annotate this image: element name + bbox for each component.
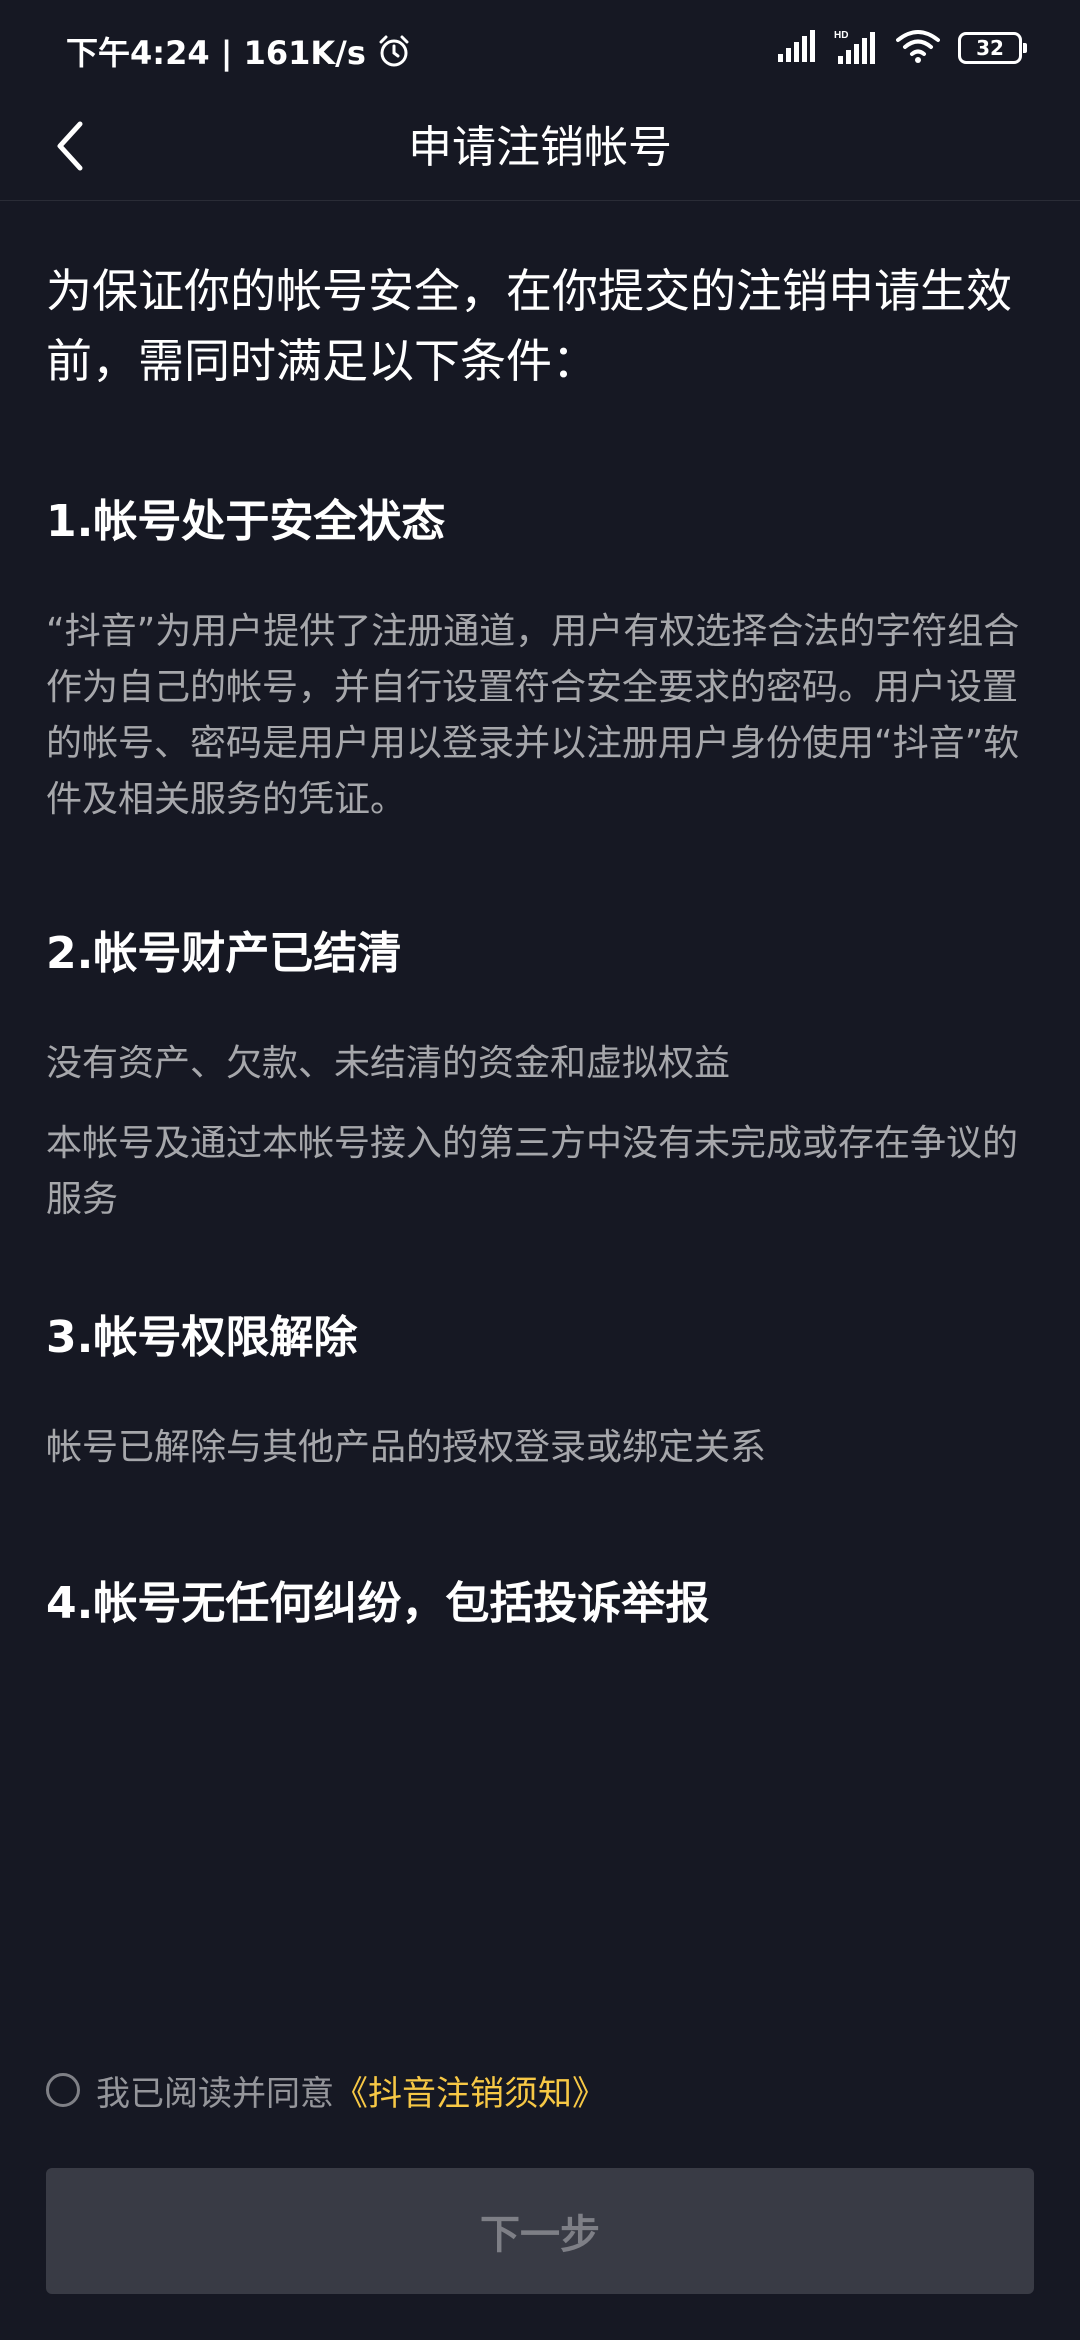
agreement-link[interactable]: 《抖音注销须知》	[334, 2066, 606, 2115]
wifi-icon	[896, 28, 940, 68]
status-left: 下午4:24 | 161K/s	[66, 28, 412, 74]
hd-signal-icon: HD	[834, 28, 878, 68]
agreement-text: 我已阅读并同意	[96, 2073, 334, 2114]
status-time-speed: 下午4:24 | 161K/s	[66, 34, 366, 72]
battery-icon: 32	[958, 32, 1027, 64]
section-3-title: 3.帐号权限解除	[46, 1312, 358, 1363]
status-bar: 下午4:24 | 161K/s HD 32	[0, 0, 1080, 96]
section-2-body-2: 本帐号及通过本帐号接入的第三方中没有未完成或存在争议的服务	[46, 1123, 1019, 1220]
intro-text: 为保证你的帐号安全，在你提交的注销申请生效前，需同时满足以下条件：	[46, 264, 1012, 388]
battery-level: 32	[976, 36, 1004, 60]
section-2-body-1: 没有资产、欠款、未结清的资金和虚拟权益	[46, 1043, 731, 1084]
conditions-content: 为保证你的帐号安全，在你提交的注销申请生效前，需同时满足以下条件： 1.帐号处于…	[46, 256, 1036, 1629]
alarm-icon	[376, 33, 412, 69]
section-2-title: 2.帐号财产已结清	[46, 928, 402, 979]
svg-text:HD: HD	[834, 30, 848, 41]
status-right: HD 32	[776, 28, 1027, 68]
section-1-title: 1.帐号处于安全状态	[46, 496, 446, 547]
page-title: 申请注销帐号	[408, 122, 672, 173]
section-1-body: “抖音”为用户提供了注册通道，用户有权选择合法的字符组合作为自己的帐号，并自行设…	[46, 611, 1020, 820]
agreement-row[interactable]: 我已阅读并同意 《抖音注销须知》	[46, 2060, 606, 2120]
next-button[interactable]: 下一步	[46, 2168, 1034, 2294]
nav-bar: 申请注销帐号	[0, 96, 1080, 201]
signal-icon	[776, 30, 816, 66]
section-3-body: 帐号已解除与其他产品的授权登录或绑定关系	[46, 1427, 767, 1468]
agreement-radio[interactable]	[46, 2073, 80, 2107]
section-4-title: 4.帐号无任何纠纷，包括投诉举报	[46, 1578, 710, 1629]
